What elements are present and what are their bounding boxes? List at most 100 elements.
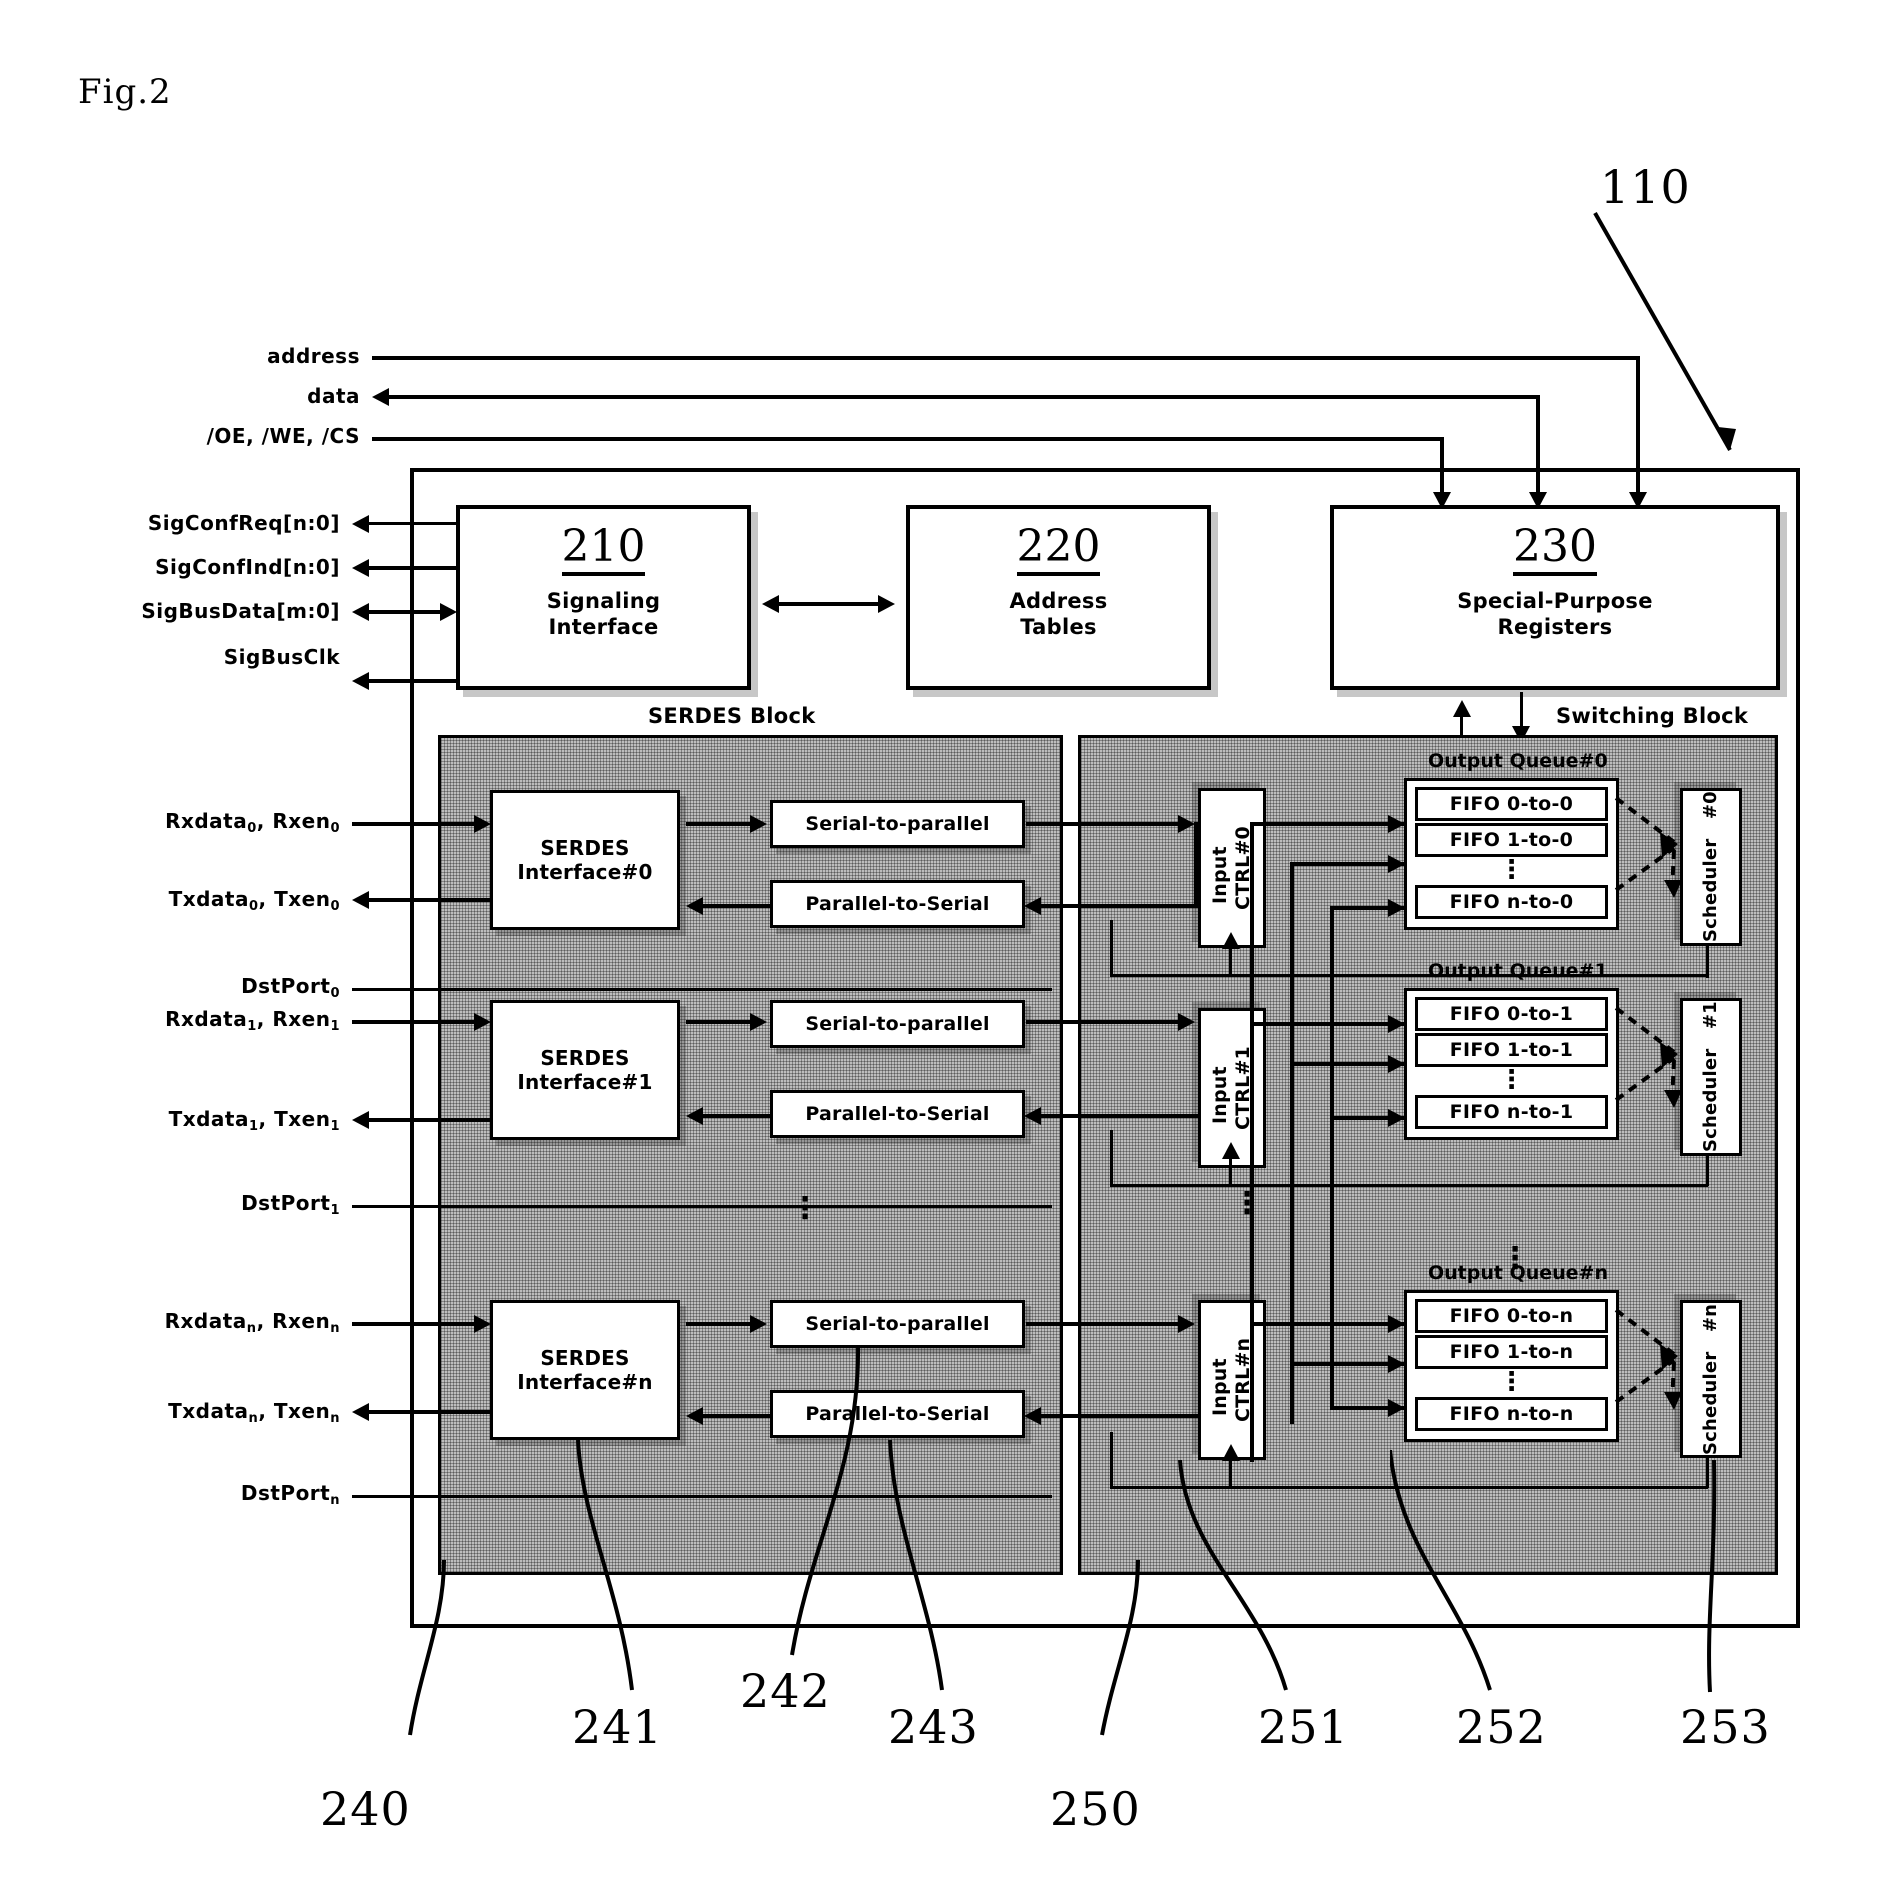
signal-arrowhead-data-left (372, 388, 389, 406)
serdes-interface-1[interactable]: SERDES Interface#1 (490, 1000, 680, 1140)
signal-label-data: data (307, 384, 360, 408)
output-queue-title-1: Output Queue#1 (1428, 960, 1608, 982)
block-signaling-interface[interactable]: 210 Signaling Interface (456, 505, 751, 690)
serial-to-parallel-1[interactable]: Serial-to-parallel (770, 1000, 1025, 1048)
scheduler-n-line1: Scheduler (1700, 1351, 1722, 1455)
scheduler-0-line1: Scheduler (1700, 839, 1722, 943)
line-serdes1-stp (686, 1020, 750, 1024)
parallel-to-serial-0[interactable]: Parallel-to-Serial (770, 880, 1025, 928)
fifo-n-n[interactable]: FIFO n-to-n (1415, 1396, 1608, 1431)
rx-sub-n: n (246, 1321, 257, 1336)
signal-line-sigbusclk (368, 679, 458, 683)
output-queue-title-n: Output Queue#n (1428, 1262, 1609, 1284)
fabric-feed-n-1 (1290, 1362, 1404, 1366)
line-serdesn-stp (686, 1322, 750, 1326)
block-220-line2: Tables (1020, 615, 1097, 640)
txen-sub-n: n (330, 1411, 340, 1426)
sched1-return-up (1110, 1130, 1113, 1186)
txen-sub-0: 0 (330, 899, 340, 914)
fabric-arrow-n-n (1388, 1399, 1405, 1417)
fifo-1-0[interactable]: FIFO 0-to-1 (1415, 997, 1608, 1031)
signal-line-sigconfreq (368, 522, 458, 525)
line-inctrln-ptsn (1040, 1414, 1198, 1418)
arrow-serdesn-stp (750, 1315, 767, 1333)
signal-arrowhead-sigconfind (352, 559, 369, 577)
serial-to-parallel-n[interactable]: Serial-to-parallel (770, 1300, 1025, 1348)
line-ptsn-serdesn (700, 1414, 772, 1418)
fabric-arrow-1-0 (1388, 1015, 1405, 1033)
output-queue-title-0: Output Queue#0 (1428, 750, 1608, 772)
rxen-name-0: Rxen (272, 809, 331, 833)
line-stp1-inctrl1 (1026, 1020, 1178, 1024)
fabric-feed-0-0 (1250, 822, 1404, 826)
sched0-return-h (1110, 974, 1708, 977)
tx-name-n: Txdata (168, 1399, 249, 1423)
caption-serdes-block: SERDES Block (648, 704, 816, 728)
fifo-ellipsis-0: ⋮ (1498, 855, 1525, 885)
serdes-if-n-line2: Interface#n (517, 1370, 653, 1394)
tx-sub-1: 1 (248, 1119, 259, 1134)
signal-label-sigbusclk: SigBusClk (223, 645, 340, 669)
arrow-stpn-inctrln (1178, 1315, 1195, 1333)
fifo-n-1[interactable]: FIFO 1-to-n (1415, 1335, 1608, 1369)
line-tx-n (368, 1410, 490, 1414)
arrow-rx-1 (474, 1013, 491, 1031)
signal-label-rx-n: Rxdatan, Rxenn (164, 1309, 340, 1336)
arrow-stp0-inctrl0 (1178, 815, 1195, 833)
signal-label-sigconfreq: SigConfReq[n:0] (147, 511, 340, 535)
signal-arrowhead-sigconfreq (352, 515, 369, 533)
arrow-tx-n (352, 1403, 369, 1421)
scheduler-fan-in-0 (1614, 796, 1682, 898)
leader-253 (1707, 1460, 1717, 1693)
arrow-inctrl0-pts0 (1024, 897, 1041, 915)
signal-label-rx-1: Rxdata1, Rxen1 (165, 1007, 340, 1034)
leader-241 (576, 1440, 634, 1691)
block-special-purpose-registers[interactable]: 230 Special-Purpose Registers (1330, 505, 1780, 690)
fifo-0-n[interactable]: FIFO n-to-0 (1415, 884, 1608, 919)
txen-sub-1: 1 (330, 1119, 340, 1134)
serdes-interface-0[interactable]: SERDES Interface#0 (490, 790, 680, 930)
leader-251 (1178, 1460, 1288, 1691)
fabric-feed-1-0 (1250, 1022, 1404, 1026)
signal-label-tx-n: Txdatan, Txenn (168, 1399, 340, 1426)
block-210-line1: Signaling (546, 589, 661, 613)
arrow-serdes0-stp (750, 815, 767, 833)
fifo-1-n[interactable]: FIFO n-to-1 (1415, 1094, 1608, 1129)
sched1-return-h (1110, 1184, 1708, 1187)
dstport-sub-n: n (330, 1493, 340, 1508)
parallel-to-serial-1[interactable]: Parallel-to-Serial (770, 1090, 1025, 1138)
txen-name-0: Txen (274, 887, 331, 911)
rx-sub-1: 1 (247, 1019, 257, 1034)
fifo-1-1[interactable]: FIFO 1-to-1 (1415, 1033, 1608, 1067)
line-tx-1 (368, 1118, 490, 1122)
block-address-tables[interactable]: 220 Address Tables (906, 505, 1211, 690)
signal-line-data (388, 395, 1540, 399)
tx-sub-0: 0 (248, 899, 259, 914)
block-230-number: 230 (1513, 525, 1597, 576)
signal-label-control: /OE, /WE, /CS (206, 424, 360, 448)
block-230-line2: Registers (1497, 615, 1613, 640)
arrow-rx-n (474, 1315, 491, 1333)
ref-251: 251 (1258, 1700, 1349, 1754)
inctrl-n-line1: Input (1209, 1357, 1232, 1416)
rxen-sub-0: 0 (330, 821, 340, 836)
serdes-interface-n[interactable]: SERDES Interface#n (490, 1300, 680, 1440)
output-queue-box-1: FIFO 0-to-1 FIFO 1-to-1 ⋮ FIFO n-to-1 (1404, 988, 1619, 1140)
input-ctrl-0[interactable]: Input CTRL#0 (1198, 788, 1266, 948)
dstport-sub-1: 1 (330, 1203, 340, 1218)
caption-switching-block: Switching Block (1556, 704, 1749, 728)
signal-label-dstport-0: DstPort0 (40, 975, 340, 1001)
fabric-arrow-n-0 (1388, 1315, 1405, 1333)
arrow-tx-0 (352, 891, 369, 909)
fifo-n-0[interactable]: FIFO 0-to-n (1415, 1299, 1608, 1333)
block-220-line1: Address (1009, 589, 1108, 613)
signal-drop-control (1440, 437, 1444, 495)
output-queue-box-n: FIFO 0-to-n FIFO 1-to-n ⋮ FIFO n-to-n (1404, 1290, 1619, 1442)
serial-to-parallel-0[interactable]: Serial-to-parallel (770, 800, 1025, 848)
sched1-return-stub (1229, 1156, 1232, 1186)
ref-252: 252 (1456, 1700, 1547, 1754)
arrow-inctrln-ptsn (1024, 1407, 1041, 1425)
inctrl-0-line1: Input (1209, 845, 1232, 904)
fifo-0-1[interactable]: FIFO 1-to-0 (1415, 823, 1608, 857)
fifo-0-0[interactable]: FIFO 0-to-0 (1415, 787, 1608, 821)
